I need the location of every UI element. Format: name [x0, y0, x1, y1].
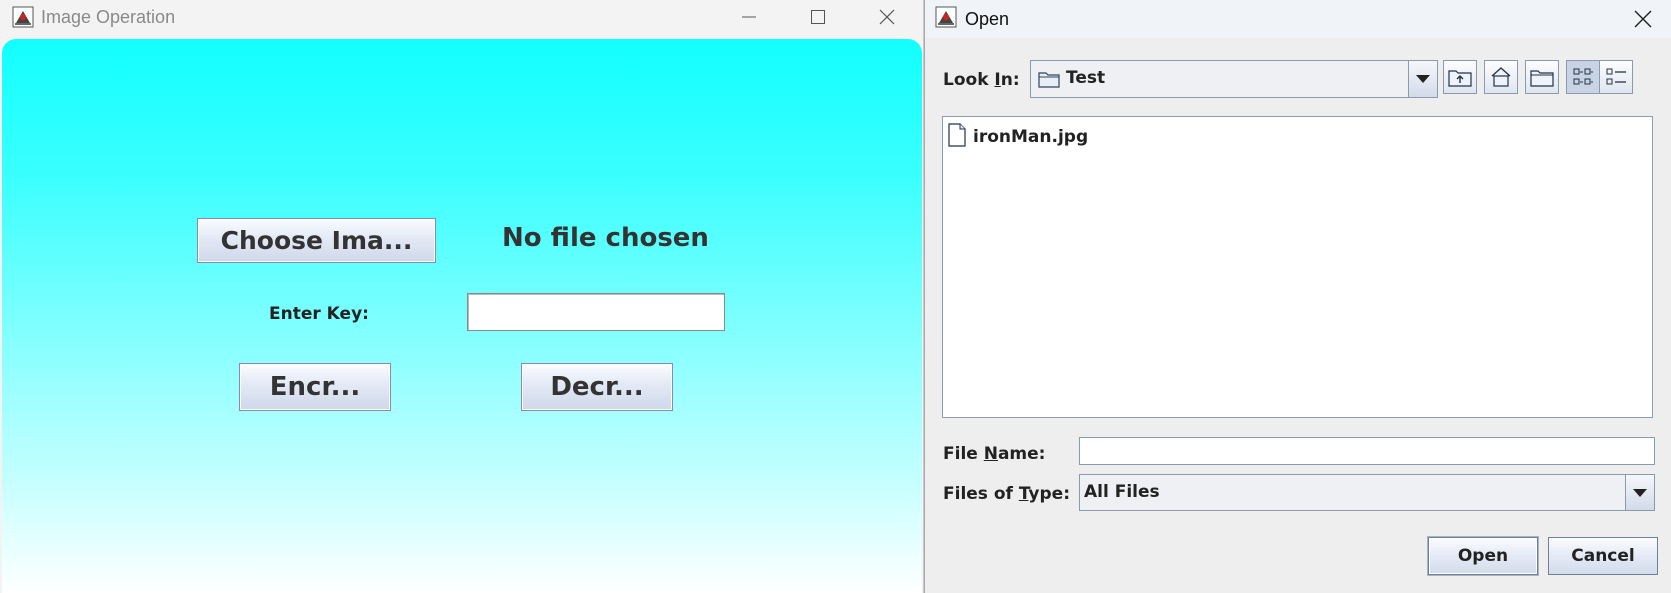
home-button[interactable] [1484, 60, 1518, 94]
key-input[interactable] [467, 293, 725, 331]
list-view-icon [1573, 68, 1593, 85]
close-icon [1634, 10, 1652, 28]
file-name: ironMan.jpg [973, 127, 1089, 147]
file-name-input[interactable] [1079, 437, 1655, 465]
java-app-icon [935, 6, 957, 28]
files-of-type-combobox[interactable]: All Files [1079, 474, 1655, 511]
file-status-label: No file chosen [502, 223, 709, 253]
folder-icon [1038, 70, 1060, 92]
file-name-label: File Name: [943, 444, 1046, 464]
home-icon [1491, 67, 1511, 87]
new-folder-button[interactable] [1525, 60, 1559, 94]
window-title: Image Operation [41, 7, 176, 27]
details-view-button[interactable] [1599, 60, 1633, 94]
open-dialog: Open Look In: Test ironMan.jpg File Name… [924, 0, 1671, 593]
maximize-button[interactable] [795, 0, 841, 34]
file-list[interactable]: ironMan.jpg [942, 116, 1653, 418]
look-in-dropdown-button[interactable] [1408, 61, 1437, 97]
choose-image-button[interactable]: Choose Ima... [197, 218, 436, 263]
dialog-close-button[interactable] [1620, 2, 1666, 36]
look-in-value: Test [1066, 68, 1106, 88]
dialog-title: Open [965, 9, 1010, 29]
enter-key-label: Enter Key: [269, 304, 369, 324]
files-of-type-dropdown-button[interactable] [1625, 475, 1654, 510]
dialog-title-bar[interactable]: Open [925, 0, 1671, 38]
java-app-icon [12, 6, 34, 28]
up-one-level-icon [1448, 70, 1472, 87]
files-of-type-label: Files of Type: [943, 484, 1071, 504]
cancel-button[interactable]: Cancel [1548, 537, 1658, 575]
content-panel: Choose Ima... No file chosen Enter Key: … [2, 39, 922, 593]
maximize-icon [811, 10, 825, 24]
title-bar[interactable]: Image Operation [0, 0, 923, 37]
chevron-down-icon [1633, 488, 1647, 497]
decrypt-button[interactable]: Decr... [521, 363, 673, 411]
list-view-button[interactable] [1566, 60, 1600, 94]
look-in-label: Look In: [943, 70, 1020, 90]
encrypt-button[interactable]: Encr... [239, 363, 391, 411]
image-operation-window: Image Operation Choose Ima... No file ch… [0, 0, 924, 593]
new-folder-icon [1530, 70, 1554, 87]
up-one-level-button[interactable] [1443, 60, 1477, 94]
open-button[interactable]: Open [1428, 537, 1538, 575]
close-icon [879, 9, 895, 25]
list-item[interactable]: ironMan.jpg [947, 123, 1088, 151]
minimize-icon [742, 16, 756, 18]
file-icon [947, 123, 967, 151]
close-button[interactable] [864, 0, 910, 34]
look-in-combobox[interactable]: Test [1030, 60, 1438, 98]
details-view-icon [1606, 68, 1626, 85]
chevron-down-icon [1416, 75, 1430, 83]
files-of-type-value: All Files [1084, 482, 1160, 502]
minimize-button[interactable] [726, 0, 772, 34]
